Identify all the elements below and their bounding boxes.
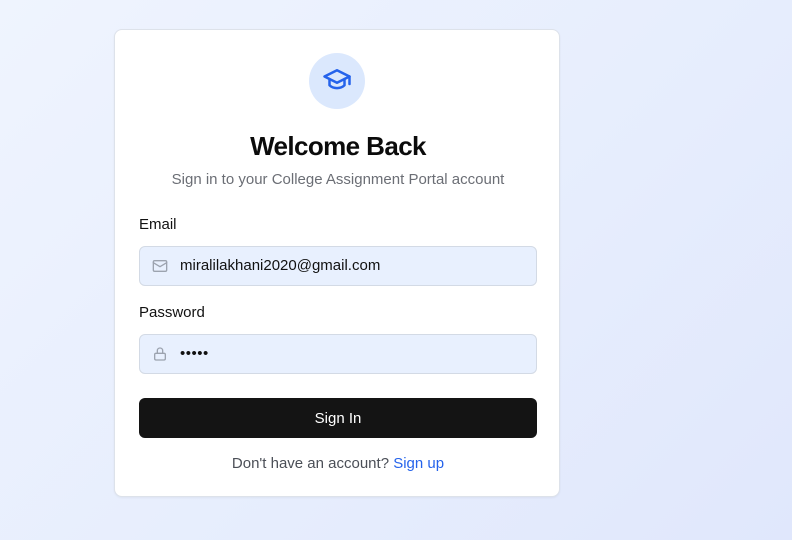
- logo-badge: [309, 53, 365, 109]
- page-title: Welcome Back: [250, 131, 426, 161]
- graduation-cap-icon: [322, 64, 352, 99]
- page-subtitle: Sign in to your College Assignment Porta…: [171, 171, 505, 188]
- email-field[interactable]: miralilakhani2020@gmail.com: [139, 246, 537, 286]
- signup-prompt: Don't have an account? Sign up: [115, 455, 561, 473]
- lock-icon: [152, 346, 168, 362]
- sign-up-link[interactable]: Sign up: [393, 455, 444, 472]
- sign-in-button[interactable]: Sign In: [139, 398, 537, 438]
- signup-prompt-text: Don't have an account?: [231, 455, 390, 472]
- password-field[interactable]: •••••: [139, 334, 537, 374]
- mail-icon: [152, 258, 168, 274]
- email-value[interactable]: miralilakhani2020@gmail.com: [180, 257, 380, 275]
- email-label: Email: [139, 216, 177, 233]
- login-card: Welcome Back Sign in to your College Ass…: [114, 29, 560, 497]
- password-value[interactable]: •••••: [180, 345, 209, 363]
- password-label: Password: [139, 304, 205, 321]
